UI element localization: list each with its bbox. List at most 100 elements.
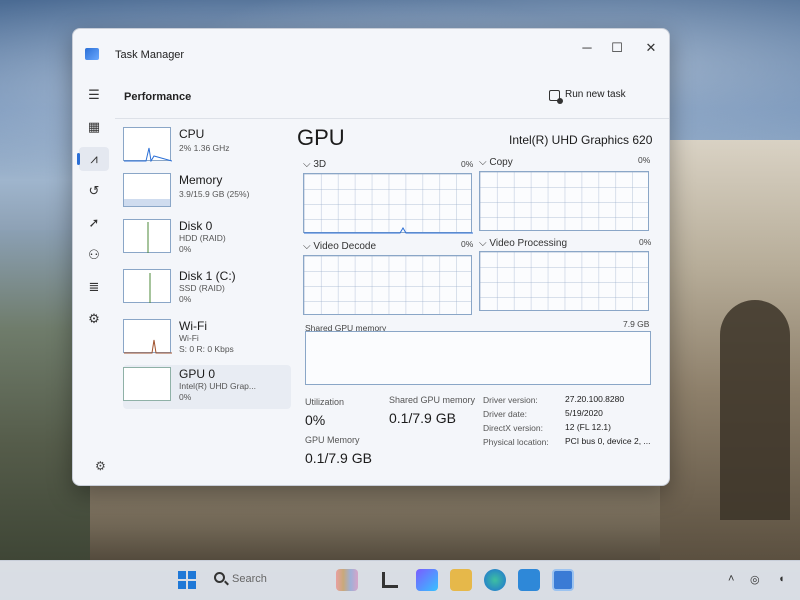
- search-icon[interactable]: [214, 572, 225, 583]
- perf-item-usage: 0%: [179, 294, 192, 304]
- copilot-icon[interactable]: [416, 569, 438, 591]
- perf-item-detail: HDD (RAID): [179, 233, 226, 243]
- start-logo-tile: [188, 581, 196, 589]
- taskbar: Search ˄ ◎ ◖: [0, 560, 800, 600]
- perf-item-name: CPU: [179, 127, 205, 141]
- gpu-memory-label: GPU Memory: [305, 435, 360, 445]
- settings-icon[interactable]: ⚙: [95, 459, 106, 473]
- perf-item-detail: 3.9/15.9 GB (25%): [179, 189, 250, 199]
- task-view-icon[interactable]: [382, 572, 398, 588]
- gpu-model-name: Intel(R) UHD Graphics 620: [509, 133, 653, 147]
- physical-location-label: Physical location:: [483, 437, 549, 447]
- wifi-mini-graph: [123, 319, 172, 354]
- run-task-icon: [549, 89, 563, 104]
- cpu-mini-graph: [123, 127, 172, 162]
- window-title: Task Manager: [115, 49, 185, 61]
- users-icon[interactable]: ⚇: [79, 243, 109, 267]
- engine-video-decode-dropdown[interactable]: ⌵ Video Decode: [303, 241, 376, 252]
- engine-video-processing-label: Video Processing: [489, 238, 568, 249]
- engine-copy-dropdown[interactable]: ⌵ Copy: [479, 157, 513, 168]
- driver-version-label: Driver version:: [483, 395, 538, 405]
- engine-video-processing-percent: 0%: [639, 237, 652, 247]
- close-button[interactable]: ✕: [633, 37, 669, 59]
- shared-memory-graph-max: 7.9 GB: [623, 319, 650, 329]
- start-button[interactable]: [178, 571, 196, 589]
- engine-video-decode-percent: 0%: [461, 239, 474, 249]
- details-icon[interactable]: ≣: [79, 275, 109, 299]
- engine-video-processing-graph: [479, 251, 649, 311]
- engine-video-decode-label: Video Decode: [313, 241, 377, 252]
- network-icon[interactable]: ◎: [750, 573, 760, 586]
- perf-item-memory[interactable]: Memory 3.9/15.9 GB (25%): [123, 171, 291, 215]
- wallpaper-bridge-arch: [720, 300, 790, 520]
- physical-location-value: PCI bus 0, device 2, ...: [565, 436, 651, 446]
- page-title: Performance: [124, 91, 192, 103]
- tray-chevron-icon[interactable]: ˄: [728, 573, 734, 585]
- services-icon[interactable]: ⚙: [79, 307, 109, 331]
- utilization-value: 0%: [305, 412, 326, 428]
- perf-item-name: Memory: [179, 173, 223, 187]
- side-navigation: ☰ ▦ ⩘ ↺ ➚ ⚇ ≣ ⚙: [73, 79, 115, 485]
- gpu-mini-graph: [123, 367, 171, 401]
- start-logo-tile: [188, 571, 196, 579]
- title-bar[interactable]: Task Manager ─ ☐ ✕: [73, 29, 669, 79]
- perf-item-wifi[interactable]: Wi-Fi Wi-Fi S: 0 R: 0 Kbps: [123, 317, 291, 361]
- hamburger-icon[interactable]: ☰: [79, 83, 109, 107]
- directx-version-label: DirectX version:: [483, 423, 543, 433]
- disk-1-mini-graph-line: [149, 273, 151, 303]
- widgets-icon[interactable]: [336, 569, 358, 591]
- gpu-heading: GPU: [297, 125, 345, 150]
- engine-copy-percent: 0%: [638, 155, 651, 165]
- run-new-task-label: Run new task: [565, 89, 626, 100]
- perf-item-usage: 0%: [179, 244, 192, 254]
- perf-item-disk-1[interactable]: Disk 1 (C:) SSD (RAID) 0%: [123, 267, 291, 311]
- perf-item-gpu-0[interactable]: GPU 0 Intel(R) UHD Grap... 0%: [123, 365, 291, 409]
- start-logo-tile: [178, 571, 186, 579]
- disk-0-mini-graph-line: [147, 222, 149, 253]
- shared-memory-stat-label: Shared GPU memory: [389, 395, 476, 405]
- directx-version-value: 12 (FL 12.1): [565, 422, 611, 432]
- perf-item-usage: 0%: [179, 392, 192, 402]
- perf-item-name: GPU 0: [179, 367, 216, 381]
- maximize-button[interactable]: ☐: [599, 37, 635, 59]
- engine-video-processing-dropdown[interactable]: ⌵ Video Processing: [479, 238, 567, 249]
- taskbar-search[interactable]: Search: [232, 573, 267, 585]
- app-history-icon[interactable]: ↺: [79, 179, 109, 203]
- wallpaper-cliff: [90, 480, 660, 560]
- engine-3d-dropdown[interactable]: ⌵ 3D: [303, 159, 326, 170]
- wifi-mini-graph-line: [124, 339, 172, 354]
- perf-item-detail: SSD (RAID): [179, 283, 225, 293]
- processes-icon[interactable]: ▦: [79, 115, 109, 139]
- engine-3d-label: 3D: [313, 159, 327, 170]
- engine-3d-graph: [303, 173, 473, 234]
- shared-memory-graph: [305, 331, 651, 385]
- engine-copy-label: Copy: [489, 157, 513, 168]
- memory-mini-graph: [123, 173, 171, 207]
- startup-apps-icon[interactable]: ➚: [79, 211, 109, 235]
- edge-browser-icon[interactable]: [484, 569, 506, 591]
- file-explorer-icon[interactable]: [450, 569, 472, 591]
- driver-date-value: 5/19/2020: [565, 408, 603, 418]
- volume-icon[interactable]: ◖: [778, 573, 785, 585]
- disk-1-mini-graph: [123, 269, 171, 303]
- driver-version-value: 27.20.100.8280: [565, 394, 625, 404]
- task-manager-app-icon: [85, 48, 99, 60]
- run-new-task-button[interactable]: Run new task: [543, 83, 632, 107]
- perf-item-usage: S: 0 R: 0 Kbps: [179, 344, 234, 354]
- perf-item-disk-0[interactable]: Disk 0 HDD (RAID) 0%: [123, 217, 291, 261]
- store-icon[interactable]: [518, 569, 540, 591]
- task-manager-window: Task Manager ─ ☐ ✕ ☰ ▦ ⩘ ↺ ➚ ⚇ ≣ ⚙ ⚙ Per…: [72, 28, 670, 486]
- engine-3d-percent: 0%: [461, 159, 474, 169]
- perf-item-detail: 2% 1.36 GHz: [179, 143, 230, 153]
- performance-icon[interactable]: ⩘: [77, 147, 109, 171]
- perf-item-cpu[interactable]: CPU 2% 1.36 GHz: [123, 125, 291, 169]
- shared-memory-stat-value: 0.1/7.9 GB: [389, 410, 456, 426]
- perf-item-name: Wi-Fi: [179, 319, 207, 333]
- start-logo-tile: [178, 581, 186, 589]
- page-header: Performance Run new task •••: [115, 79, 669, 119]
- gpu-memory-value: 0.1/7.9 GB: [305, 450, 372, 466]
- engine-video-decode-graph: [303, 255, 472, 315]
- perf-item-name: Disk 1 (C:): [179, 269, 236, 283]
- engine-3d-graph-line: [304, 227, 473, 234]
- task-manager-taskbar-icon[interactable]: [552, 569, 574, 591]
